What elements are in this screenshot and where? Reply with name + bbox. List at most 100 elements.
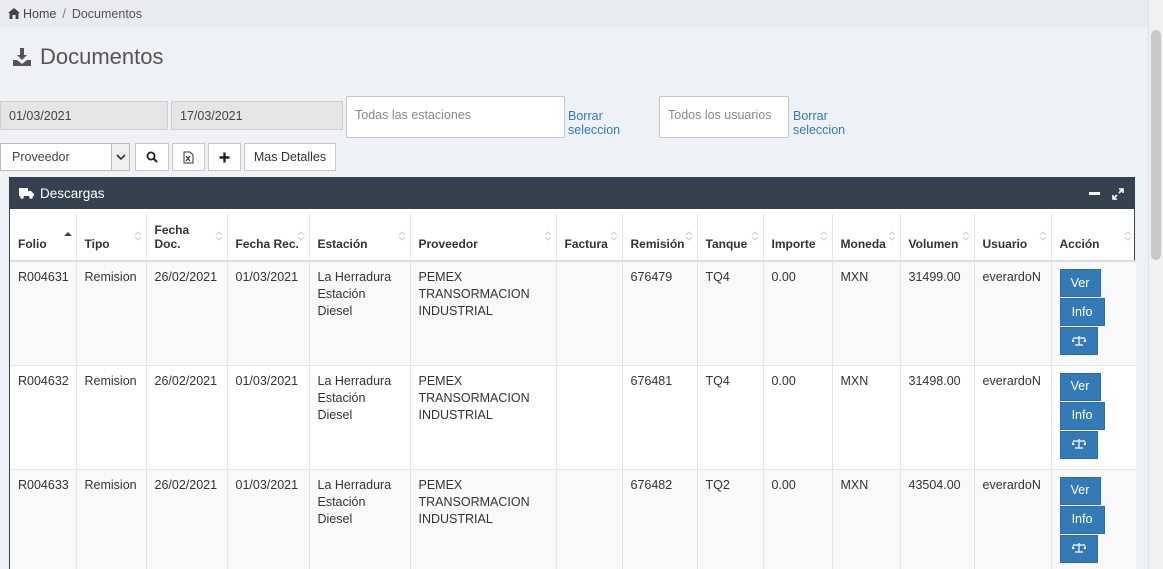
- search-icon: [146, 151, 158, 163]
- cell-proveedor: PEMEX TRANSORMACION INDUSTRIAL: [410, 469, 557, 569]
- header-fecha-doc[interactable]: Fecha Doc.: [146, 214, 228, 262]
- balance-button[interactable]: [1059, 327, 1098, 355]
- scale-icon: [1071, 335, 1086, 346]
- cell-accion: Ver Info: [1051, 261, 1136, 366]
- search-button[interactable]: [135, 143, 169, 171]
- header-factura[interactable]: Factura: [556, 214, 623, 262]
- cell-folio: R004631: [10, 261, 77, 366]
- page-title: Documentos: [12, 44, 164, 70]
- cell-fecha-rec: 01/03/2021: [227, 365, 310, 470]
- provider-select[interactable]: Proveedor: [0, 143, 130, 171]
- cell-tipo: Remision: [76, 365, 147, 470]
- scale-icon: [1071, 543, 1086, 553]
- cell-fecha-doc: 26/02/2021: [146, 365, 228, 470]
- breadcrumb: Home / Documentos: [0, 0, 1148, 27]
- cell-factura: [556, 261, 623, 366]
- cell-moneda: MXN: [832, 261, 901, 366]
- chevron-down-icon: [111, 144, 129, 170]
- balance-button[interactable]: [1059, 534, 1098, 563]
- header-fecha-rec[interactable]: Fecha Rec.: [227, 214, 310, 262]
- add-button[interactable]: [208, 143, 241, 171]
- view-button[interactable]: Ver: [1059, 269, 1101, 297]
- header-remision[interactable]: Remisión: [622, 214, 698, 262]
- view-button[interactable]: Ver: [1059, 372, 1101, 401]
- cell-usuario: everardoN: [974, 261, 1052, 366]
- header-proveedor[interactable]: Proveedor: [410, 214, 557, 262]
- downloads-panel: Descargas Folio Tipo Fecha Doc. Fecha Re…: [9, 177, 1136, 569]
- users-multiselect[interactable]: Todos los usuarios: [659, 96, 789, 138]
- cell-importe: 0.00: [763, 469, 833, 569]
- cell-factura: [556, 469, 623, 569]
- minimize-icon[interactable]: [1089, 191, 1100, 196]
- header-usuario[interactable]: Usuario: [974, 214, 1052, 262]
- date-to-input[interactable]: 17/03/2021: [171, 101, 343, 130]
- date-from-input[interactable]: 01/03/2021: [0, 101, 168, 130]
- cell-accion: Ver Info: [1051, 469, 1136, 569]
- header-volumen[interactable]: Volumen: [900, 214, 975, 262]
- table-row: R004631 Remision 26/02/2021 01/03/2021 L…: [10, 261, 1136, 366]
- panel-title: Descargas: [40, 186, 105, 201]
- more-details-button[interactable]: Mas Detalles: [244, 143, 336, 171]
- cell-folio: R004633: [10, 469, 77, 569]
- excel-icon: [183, 151, 194, 163]
- info-button[interactable]: Info: [1059, 401, 1105, 430]
- cell-folio: R004632: [10, 365, 77, 470]
- cell-estacion: La Herradura Estación Diesel: [309, 261, 411, 366]
- scrollbar-thumb[interactable]: [1151, 30, 1161, 260]
- expand-icon[interactable]: [1112, 187, 1124, 200]
- cell-remision: 676479: [622, 261, 698, 366]
- export-excel-button[interactable]: [172, 143, 205, 171]
- view-button[interactable]: Ver: [1059, 476, 1101, 505]
- page-title-text: Documentos: [40, 44, 164, 69]
- header-importe[interactable]: Importe: [763, 214, 833, 262]
- header-folio[interactable]: Folio: [10, 214, 77, 262]
- header-tanque[interactable]: Tanque: [697, 214, 764, 262]
- cell-usuario: everardoN: [974, 469, 1052, 569]
- cell-volumen: 31498.00: [900, 365, 975, 470]
- info-button[interactable]: Info: [1059, 505, 1105, 534]
- header-moneda[interactable]: Moneda: [832, 214, 901, 262]
- plus-icon: [219, 152, 230, 162]
- sort-icon: [398, 231, 405, 241]
- stations-multiselect[interactable]: Todas las estaciones: [346, 96, 565, 138]
- cell-usuario: everardoN: [974, 365, 1052, 470]
- sort-icon: [544, 231, 551, 241]
- truck-icon: [19, 188, 34, 199]
- cell-tanque: TQ2: [697, 469, 764, 569]
- cell-estacion: La Herradura Estación Diesel: [309, 469, 411, 569]
- clear-stations-link[interactable]: Borrar seleccion: [568, 109, 620, 137]
- cell-fecha-rec: 01/03/2021: [227, 469, 310, 569]
- header-estacion[interactable]: Estación: [309, 214, 411, 262]
- breadcrumb-home[interactable]: Home: [8, 7, 56, 21]
- page-scrollbar[interactable]: [1148, 0, 1163, 569]
- cell-moneda: MXN: [832, 469, 901, 569]
- sort-icon: [685, 231, 692, 241]
- breadcrumb-home-label: Home: [23, 6, 57, 21]
- cell-fecha-rec: 01/03/2021: [227, 261, 310, 366]
- info-button[interactable]: Info: [1059, 298, 1105, 326]
- sort-icon: [962, 231, 969, 241]
- cell-proveedor: PEMEX TRANSORMACION INDUSTRIAL: [410, 365, 557, 470]
- sort-icon: [820, 231, 827, 241]
- breadcrumb-separator: /: [62, 6, 66, 21]
- home-icon: [8, 8, 20, 19]
- clear-users-link[interactable]: Borrar seleccion: [793, 109, 845, 137]
- cell-remision: 676482: [622, 469, 698, 569]
- sort-icon: [215, 231, 222, 241]
- cell-fecha-doc: 26/02/2021: [146, 469, 228, 569]
- sort-icon: [1039, 231, 1046, 241]
- header-accion[interactable]: Acción: [1051, 214, 1136, 262]
- header-tipo[interactable]: Tipo: [76, 214, 147, 262]
- table-header-row: Folio Tipo Fecha Doc. Fecha Rec. Estació…: [10, 214, 1136, 262]
- balance-button[interactable]: [1059, 430, 1098, 459]
- cell-estacion: La Herradura Estación Diesel: [309, 365, 411, 470]
- cell-fecha-doc: 26/02/2021: [146, 261, 228, 366]
- table-row: R004633 Remision 26/02/2021 01/03/2021 L…: [10, 469, 1136, 569]
- cell-tipo: Remision: [76, 469, 147, 569]
- provider-select-value: Proveedor: [12, 150, 70, 164]
- cell-factura: [556, 365, 623, 470]
- sort-icon: [888, 231, 895, 241]
- cell-tanque: TQ4: [697, 365, 764, 470]
- cell-moneda: MXN: [832, 365, 901, 470]
- sort-icon: [297, 231, 304, 241]
